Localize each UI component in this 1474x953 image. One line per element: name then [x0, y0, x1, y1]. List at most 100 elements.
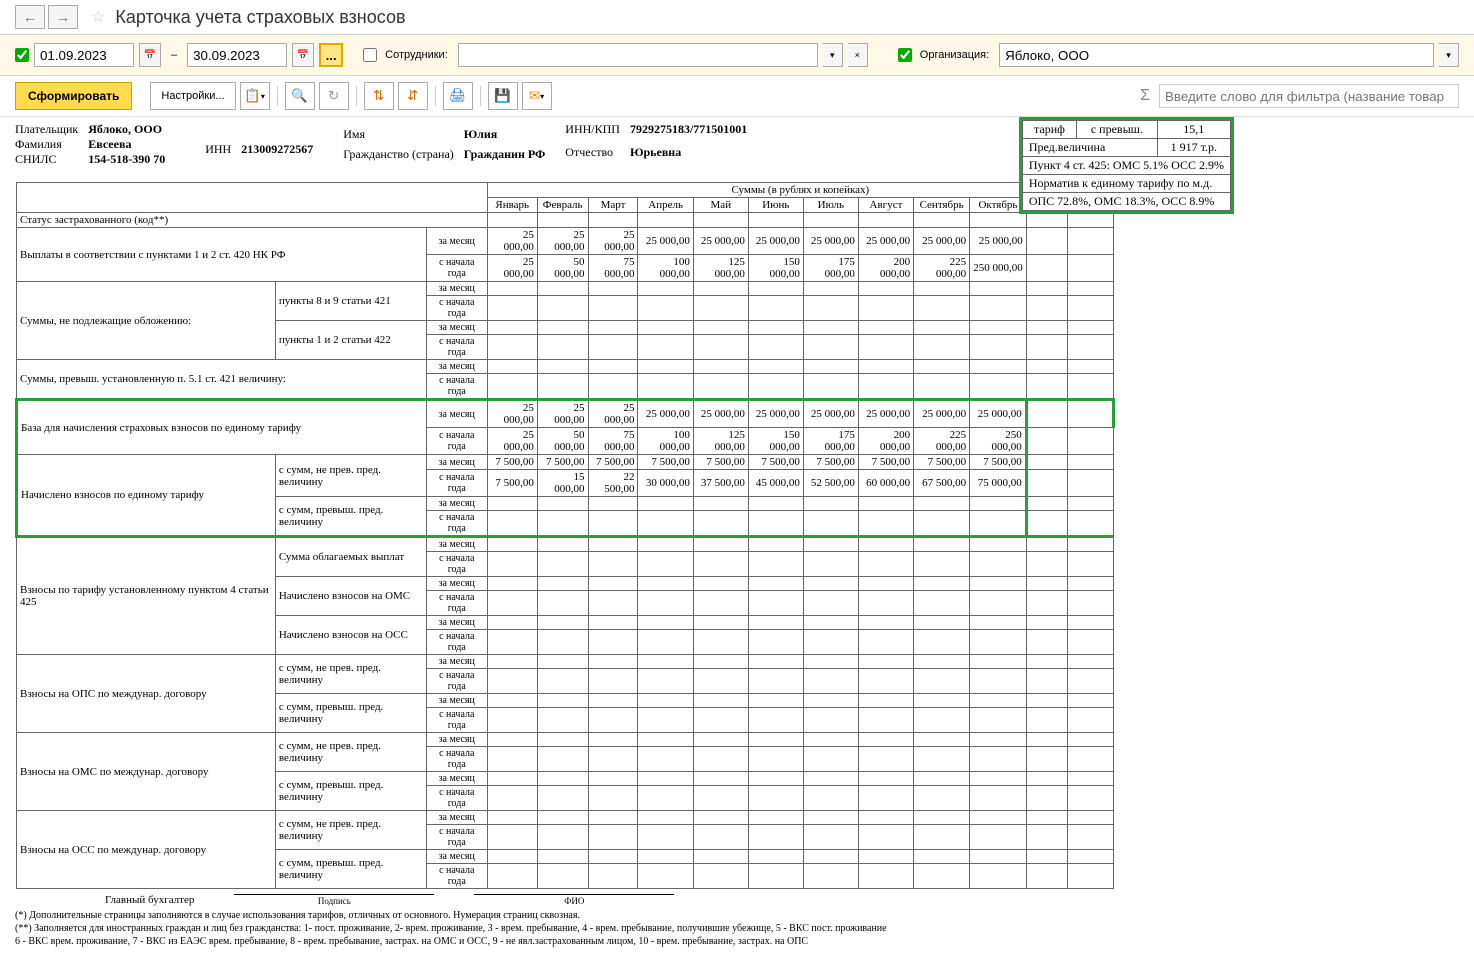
table-cell: 7 500,00	[914, 455, 970, 470]
table-cell	[914, 733, 970, 747]
exceed-label: с превыш.	[1077, 121, 1157, 139]
month-header: Сентябрь	[914, 198, 970, 213]
table-cell	[588, 708, 638, 733]
table-cell	[638, 616, 693, 630]
org-checkbox[interactable]	[898, 48, 912, 62]
table-cell	[693, 616, 748, 630]
table-cell	[1026, 655, 1067, 669]
table-cell	[970, 825, 1027, 850]
table-cell	[537, 360, 588, 374]
favorite-icon[interactable]: ☆	[91, 7, 105, 27]
copy-settings-button[interactable]: 📋▾	[240, 82, 270, 110]
table-cell	[970, 537, 1027, 552]
date-to-calendar-icon[interactable]: 📅	[292, 43, 314, 67]
date-ellipsis-button[interactable]: ...	[319, 43, 343, 67]
table-cell	[1026, 497, 1067, 511]
date-to-input[interactable]	[187, 43, 287, 67]
table-cell	[1068, 282, 1114, 296]
tariff-info-box: тариф с превыш. 15,1 Пред.величина 1 917…	[1019, 117, 1234, 214]
table-cell	[803, 213, 858, 228]
employees-input[interactable]	[458, 43, 818, 67]
sigma-icon[interactable]: Σ	[1140, 87, 1150, 105]
table-cell: 25 000,00	[638, 400, 693, 428]
table-cell: 150 000,00	[748, 255, 803, 282]
table-cell	[858, 321, 913, 335]
search-button[interactable]: 🔍	[285, 82, 315, 110]
inn-kpp-label: ИНН/КПП	[565, 122, 620, 137]
table-cell	[1026, 470, 1067, 497]
collapse-button[interactable]: ⇵	[398, 82, 428, 110]
table-cell	[1068, 669, 1114, 694]
table-cell	[858, 811, 913, 825]
forward-button[interactable]: →	[48, 5, 78, 29]
month-header: Март	[588, 198, 638, 213]
back-button[interactable]: ←	[15, 5, 45, 29]
email-button[interactable]: ✉▾	[522, 82, 552, 110]
table-cell	[748, 282, 803, 296]
table-cell	[487, 335, 537, 360]
table-cell	[588, 630, 638, 655]
table-cell	[1026, 630, 1067, 655]
date-from-checkbox[interactable]	[15, 48, 29, 62]
table-cell	[970, 655, 1027, 669]
print-button[interactable]: 🖨	[443, 82, 473, 110]
expand-button[interactable]: ⇅	[364, 82, 394, 110]
date-from-calendar-icon[interactable]: 📅	[139, 43, 161, 67]
employees-checkbox[interactable]	[363, 48, 377, 62]
table-cell: 75 000,00	[970, 470, 1027, 497]
table-cell	[748, 864, 803, 889]
table-cell: 50 000,00	[537, 428, 588, 455]
text-filter-input[interactable]	[1159, 84, 1459, 108]
table-cell	[748, 850, 803, 864]
table-cell	[1026, 616, 1067, 630]
table-cell	[1026, 786, 1067, 811]
table-cell	[1026, 825, 1067, 850]
table-cell	[487, 360, 537, 374]
signature-label: Подпись	[234, 894, 434, 906]
org-dropdown-icon[interactable]: ▾	[1439, 43, 1459, 67]
table-cell	[1068, 428, 1114, 455]
table-cell	[858, 708, 913, 733]
table-cell	[1068, 694, 1114, 708]
org-input[interactable]	[999, 43, 1434, 67]
date-from-input[interactable]	[34, 43, 134, 67]
month-header: Май	[693, 198, 748, 213]
table-cell	[487, 296, 537, 321]
employees-clear-button[interactable]: ×	[848, 43, 868, 67]
table-cell	[1068, 455, 1114, 470]
table-cell	[748, 694, 803, 708]
table-cell	[487, 864, 537, 889]
table-cell	[638, 552, 693, 577]
fio-label: ФИО	[474, 894, 674, 906]
table-cell	[1068, 321, 1114, 335]
table-cell	[748, 630, 803, 655]
table-cell	[803, 537, 858, 552]
table-cell	[858, 669, 913, 694]
table-cell	[914, 772, 970, 786]
employees-label: Сотрудники:	[385, 49, 448, 61]
table-cell	[748, 591, 803, 616]
generate-button[interactable]: Сформировать	[15, 82, 132, 110]
table-cell	[588, 537, 638, 552]
table-cell	[914, 864, 970, 889]
table-cell: 25 000,00	[748, 400, 803, 428]
table-cell: 7 500,00	[588, 455, 638, 470]
table-cell	[1068, 255, 1114, 282]
settings-button[interactable]: Настройки...	[150, 82, 235, 110]
table-cell	[803, 282, 858, 296]
refresh-button[interactable]: ↻	[319, 82, 349, 110]
table-cell	[1068, 537, 1114, 552]
table-cell	[858, 511, 913, 537]
table-cell	[537, 825, 588, 850]
table-cell	[748, 708, 803, 733]
table-cell	[803, 321, 858, 335]
table-cell	[487, 497, 537, 511]
table-cell	[803, 577, 858, 591]
employees-dropdown-icon[interactable]: ▾	[823, 43, 843, 67]
settings-label: Настройки...	[161, 90, 224, 102]
save-button[interactable]: 💾	[488, 82, 518, 110]
main-data-table[interactable]: Суммы (в рублях и копейках)ЯнварьФевраль…	[15, 182, 1115, 889]
table-cell: 25 000,00	[487, 400, 537, 428]
table-cell	[1068, 630, 1114, 655]
table-cell	[487, 811, 537, 825]
